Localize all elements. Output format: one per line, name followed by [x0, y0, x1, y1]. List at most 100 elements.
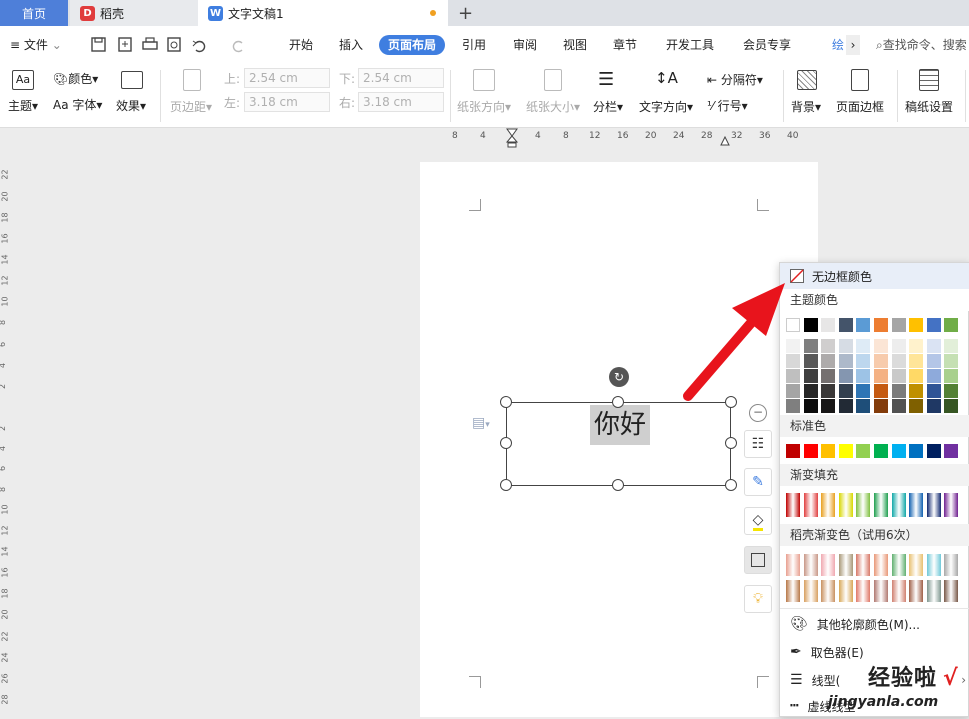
color-swatch[interactable] [821, 493, 836, 517]
tab-document[interactable]: W 文字文稿1 [198, 0, 448, 26]
margin-button[interactable]: 页边距▾ [170, 98, 212, 115]
color-swatch[interactable] [821, 554, 836, 576]
command-search[interactable]: ⌕查找命令、搜索 [876, 35, 967, 55]
color-swatch[interactable] [891, 554, 906, 576]
color-swatch[interactable] [944, 399, 959, 413]
color-swatch[interactable] [786, 580, 800, 602]
color-swatch[interactable] [838, 339, 853, 353]
color-swatch[interactable] [944, 384, 959, 398]
menu-item-more[interactable]: 绘 [832, 35, 844, 55]
color-swatch[interactable] [786, 384, 800, 398]
color-swatch[interactable] [821, 444, 836, 458]
color-swatch[interactable] [874, 493, 888, 517]
resize-handle[interactable] [725, 396, 737, 408]
top-margin-input[interactable]: 2.54 cm [244, 68, 330, 88]
new-tab-button[interactable]: + [458, 0, 473, 26]
color-swatch[interactable] [821, 580, 836, 602]
undo-icon[interactable] [192, 40, 206, 53]
save-icon[interactable] [91, 37, 106, 52]
color-swatch[interactable] [944, 339, 959, 353]
outline-button[interactable] [744, 546, 772, 574]
color-swatch[interactable] [803, 493, 818, 517]
color-swatch[interactable] [926, 339, 941, 353]
color-swatch[interactable] [838, 554, 853, 576]
color-swatch[interactable] [944, 318, 959, 332]
menu-scroll-right-icon[interactable]: › [846, 35, 860, 55]
tab-daoke[interactable]: D 稻壳 [70, 0, 198, 26]
color-swatch[interactable] [856, 399, 871, 413]
color-swatch[interactable] [874, 354, 888, 368]
export-icon[interactable] [118, 37, 132, 52]
color-swatch[interactable] [874, 444, 888, 458]
color-swatch[interactable] [891, 580, 906, 602]
color-swatch[interactable] [926, 369, 941, 383]
color-swatch[interactable] [926, 444, 941, 458]
menu-item-reference[interactable]: 引用 [462, 35, 486, 55]
fill-button[interactable]: ◇ [744, 507, 772, 535]
menu-item-view[interactable]: 视图 [563, 35, 587, 55]
color-swatch[interactable] [891, 318, 906, 332]
color-swatch[interactable] [926, 554, 941, 576]
right-indent-marker-icon[interactable] [720, 136, 730, 146]
color-swatch[interactable] [821, 369, 836, 383]
color-swatch[interactable] [803, 354, 818, 368]
color-swatch[interactable] [891, 384, 906, 398]
bottom-margin-input[interactable]: 2.54 cm [358, 68, 444, 88]
color-swatch[interactable] [891, 339, 906, 353]
file-menu[interactable]: ≡ 文件 ⌄ [10, 35, 62, 55]
columns-button[interactable]: 分栏▾ [593, 98, 623, 115]
menu-item-start[interactable]: 开始 [289, 35, 313, 55]
left-margin-input[interactable]: 3.18 cm [244, 92, 330, 112]
color-swatch[interactable] [891, 369, 906, 383]
background-button[interactable]: 背景▾ [791, 98, 821, 115]
color-swatch[interactable] [856, 318, 871, 332]
color-swatch[interactable] [926, 399, 941, 413]
theme-button[interactable]: 主题▾ [8, 97, 38, 114]
separator-button[interactable]: ⇤ 分隔符▾ [707, 71, 763, 88]
color-swatch[interactable] [803, 554, 818, 576]
color-swatch[interactable] [856, 384, 871, 398]
print-icon[interactable] [142, 37, 158, 50]
resize-handle[interactable] [500, 396, 512, 408]
color-swatch[interactable] [838, 384, 853, 398]
color-swatch[interactable] [856, 493, 871, 517]
color-swatch[interactable] [909, 580, 924, 602]
smart-tip-button[interactable]: 💡︎ [744, 585, 772, 613]
no-border-color-option[interactable]: 无边框颜色 [780, 263, 969, 289]
shape-style-button[interactable]: ✎ [744, 468, 772, 496]
color-swatch[interactable] [909, 318, 924, 332]
other-outline-colors-option[interactable]: 🎨︎ 其他轮廓颜色(M)... [780, 611, 969, 637]
color-swatch[interactable] [838, 369, 853, 383]
color-swatch[interactable] [821, 399, 836, 413]
resize-handle[interactable] [612, 479, 624, 491]
color-swatch[interactable] [803, 339, 818, 353]
color-swatch[interactable] [786, 444, 800, 458]
paper-size-button[interactable]: 纸张大小▾ [526, 98, 580, 115]
color-swatch[interactable] [856, 339, 871, 353]
color-swatch[interactable] [856, 444, 871, 458]
color-swatch[interactable] [786, 399, 800, 413]
menu-item-chapter[interactable]: 章节 [613, 35, 637, 55]
color-swatch[interactable] [944, 444, 959, 458]
color-swatch[interactable] [874, 318, 888, 332]
color-swatch[interactable] [838, 354, 853, 368]
color-swatch[interactable] [856, 369, 871, 383]
color-swatch[interactable] [838, 399, 853, 413]
color-swatch[interactable] [909, 384, 924, 398]
menu-item-review[interactable]: 审阅 [513, 35, 537, 55]
color-swatch[interactable] [838, 318, 853, 332]
color-swatch[interactable] [786, 339, 800, 353]
color-swatch[interactable] [944, 580, 959, 602]
color-button[interactable]: 🎨︎颜色▾ [53, 70, 98, 87]
color-swatch[interactable] [891, 354, 906, 368]
color-swatch[interactable] [944, 354, 959, 368]
color-swatch[interactable] [944, 493, 959, 517]
color-swatch[interactable] [874, 554, 888, 576]
redo-icon[interactable] [232, 40, 243, 53]
effect-button[interactable]: 效果▾ [116, 97, 146, 114]
rotate-handle-icon[interactable]: ↻ [609, 367, 629, 387]
color-swatch[interactable] [926, 384, 941, 398]
color-swatch[interactable] [926, 354, 941, 368]
color-swatch[interactable] [944, 554, 959, 576]
color-swatch[interactable] [786, 554, 800, 576]
